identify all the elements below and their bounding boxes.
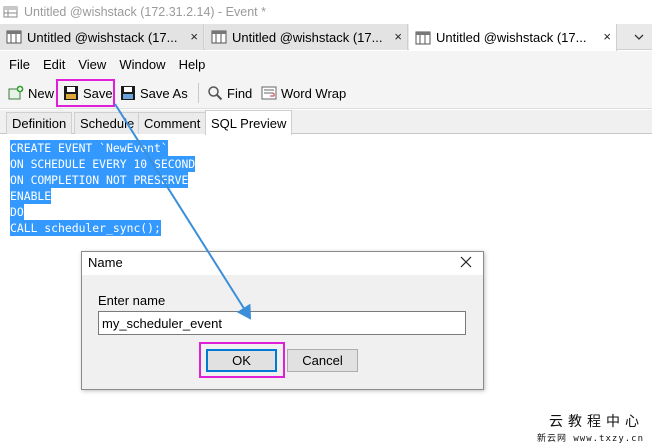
tab-sql-preview[interactable]: SQL Preview: [205, 110, 293, 135]
name-input[interactable]: [98, 311, 466, 335]
tab-label: Comment: [144, 116, 201, 131]
save-as-icon: [120, 85, 136, 101]
find-button[interactable]: Find: [207, 81, 252, 105]
tab-label: Definition: [12, 116, 67, 131]
document-tab-label: Untitled @wishstack (17...: [27, 29, 178, 45]
tab-comment[interactable]: Comment: [138, 112, 207, 134]
toolbar-separator: [198, 83, 199, 103]
editor-subtabs: Definition Schedule Comment SQL Preview: [0, 110, 652, 135]
menu-file[interactable]: File: [9, 57, 30, 72]
sql-line: DO: [10, 204, 24, 220]
close-icon[interactable]: ×: [603, 30, 611, 43]
tab-overflow-chevron-icon[interactable]: [634, 30, 644, 40]
tab-label: SQL Preview: [211, 115, 287, 131]
document-tab-label: Untitled @wishstack (17...: [232, 29, 383, 45]
sql-line: ON COMPLETION NOT PRESERVE: [10, 172, 189, 188]
menu-view[interactable]: View: [78, 57, 106, 72]
word-wrap-button[interactable]: Word Wrap: [261, 81, 346, 105]
new-button-label: New: [28, 85, 55, 101]
word-wrap-button-label: Word Wrap: [281, 85, 347, 101]
close-icon[interactable]: ×: [394, 30, 402, 43]
document-tab-label: Untitled @wishstack (17...: [436, 30, 587, 45]
event-icon: [6, 30, 22, 44]
save-as-button-label: Save As: [140, 85, 188, 101]
document-tab-2[interactable]: Untitled @wishstack (17... ×: [205, 24, 408, 50]
menu-window[interactable]: Window: [119, 57, 165, 72]
document-tab-1[interactable]: Untitled @wishstack (17... ×: [0, 24, 204, 50]
table-app-icon: [3, 5, 19, 19]
dialog-title: Name: [88, 255, 123, 270]
save-highlight-box: [56, 79, 115, 107]
new-event-icon: [8, 85, 24, 101]
menu-edit[interactable]: Edit: [43, 57, 65, 72]
tab-definition[interactable]: Definition: [6, 112, 73, 134]
menu-help[interactable]: Help: [179, 57, 206, 72]
enter-name-label: Enter name: [98, 293, 166, 308]
sql-line: ON SCHEDULE EVERY 10 SECOND: [10, 156, 196, 172]
sql-line: ENABLE: [10, 188, 52, 204]
new-button[interactable]: New: [8, 81, 54, 105]
save-as-button[interactable]: Save As: [120, 81, 188, 105]
event-icon: [415, 31, 431, 45]
tab-label: Schedule: [80, 116, 135, 131]
magnifier-icon: [207, 85, 223, 101]
sql-line: CREATE EVENT `NewEvent`: [10, 140, 168, 156]
ok-highlight-box: [199, 342, 285, 378]
tab-schedule[interactable]: Schedule: [74, 112, 141, 134]
window-title: Untitled @wishstack (172.31.2.14) - Even…: [24, 5, 266, 19]
find-button-label: Find: [227, 85, 253, 101]
watermark: 云教程中心 新云网 www.txzy.cn: [537, 411, 644, 444]
watermark-url: 新云网 www.txzy.cn: [536, 434, 644, 444]
menu-bar: File Edit View Window Help: [0, 51, 652, 77]
cancel-button[interactable]: Cancel: [287, 349, 358, 372]
watermark-title: 云教程中心: [549, 414, 644, 430]
close-icon[interactable]: ×: [190, 30, 198, 43]
document-tab-3-active[interactable]: Untitled @wishstack (17... ×: [409, 24, 617, 51]
event-icon: [211, 30, 227, 44]
word-wrap-icon: [261, 85, 277, 101]
close-icon[interactable]: [459, 255, 473, 269]
window-titlebar: Untitled @wishstack (172.31.2.14) - Even…: [0, 0, 652, 24]
document-tabs-bar: Untitled @wishstack (17... × Untitled @w…: [0, 24, 652, 51]
sql-line: CALL scheduler_sync();: [10, 220, 161, 236]
